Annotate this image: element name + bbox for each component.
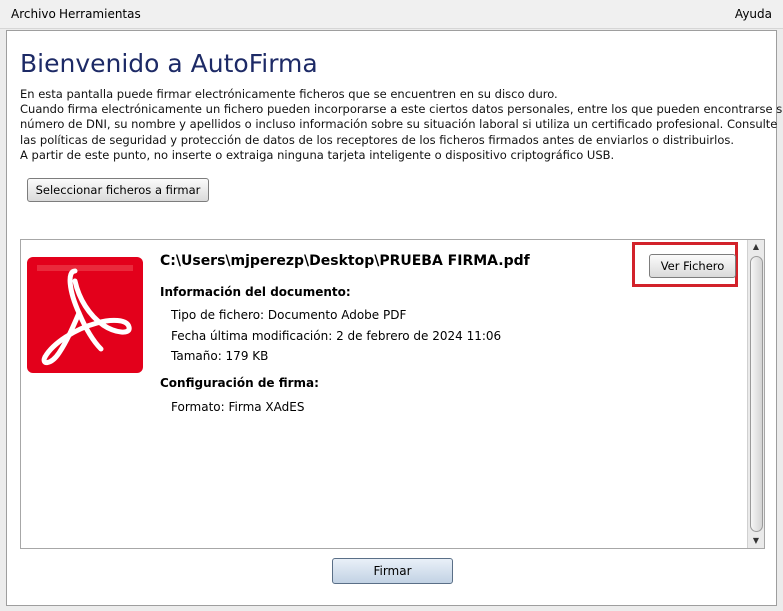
intro-line: En esta pantalla puede firmar electrónic… (20, 87, 558, 101)
scroll-thumb[interactable] (750, 256, 763, 532)
menu-herramientas[interactable]: Herramientas (59, 0, 141, 28)
adobe-pdf-icon (27, 257, 143, 373)
view-file-button[interactable]: Ver Fichero (649, 254, 736, 278)
file-modified: Fecha última modificación: 2 de febrero … (171, 329, 502, 343)
scroll-down-icon[interactable]: ▼ (748, 534, 764, 548)
sign-format: Formato: Firma XAdES (171, 400, 305, 414)
vertical-scrollbar[interactable]: ▲ ▼ (747, 240, 764, 548)
main-window: Bienvenido a AutoFirma En esta pantalla … (6, 30, 783, 606)
intro-line: número de DNI, su nombre y apellidos o i… (20, 117, 778, 132)
file-type: Tipo de fichero: Documento Adobe PDF (171, 308, 407, 322)
menu-ayuda[interactable]: Ayuda (735, 0, 772, 28)
page-title: Bienvenido a AutoFirma (20, 49, 318, 78)
select-files-button[interactable]: Seleccionar ficheros a firmar (27, 178, 209, 202)
intro-line: las políticas de seguridad y protección … (20, 132, 735, 147)
menu-archivo[interactable]: Archivo (11, 0, 56, 28)
intro-text: En esta pantalla puede firmar electrónic… (20, 87, 783, 163)
intro-line: Cuando firma electrónicamente un fichero… (20, 102, 783, 117)
menu-bar: Archivo Herramientas Ayuda (0, 0, 783, 29)
scroll-up-icon[interactable]: ▲ (748, 240, 764, 254)
file-path: C:\Users\mjperezp\Desktop\PRUEBA FIRMA.p… (160, 253, 530, 269)
doc-info-heading: Información del documento: (160, 285, 351, 299)
sign-button[interactable]: Firmar (332, 558, 453, 584)
file-size: Tamaño: 179 KB (171, 349, 269, 363)
intro-line: A partir de este punto, no inserte o ext… (20, 147, 615, 162)
file-panel: C:\Users\mjperezp\Desktop\PRUEBA FIRMA.p… (20, 239, 765, 549)
sign-config-heading: Configuración de firma: (160, 376, 319, 390)
